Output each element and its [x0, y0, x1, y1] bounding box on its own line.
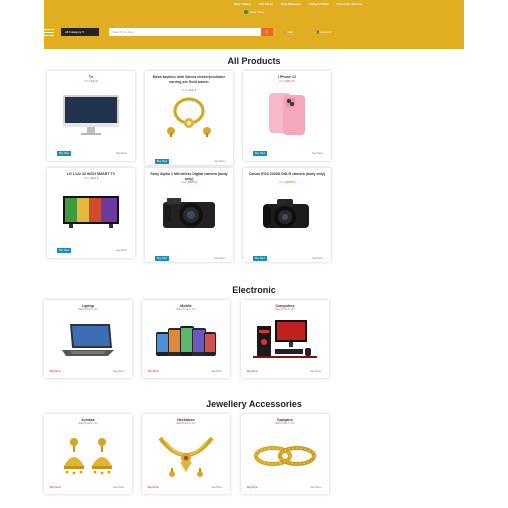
nav-link-customer-service[interactable]: Customer Service	[337, 1, 363, 7]
logo-text: Best Store	[249, 10, 264, 14]
buy-now-link[interactable]: Buy Now	[148, 369, 159, 374]
buy-now-link[interactable]: Buy Now	[148, 485, 159, 490]
search-button[interactable]: ⌕	[261, 28, 273, 36]
see-more-link[interactable]: See More	[310, 485, 321, 490]
see-more-link[interactable]: See More	[214, 159, 225, 164]
mirrorless-camera-icon	[163, 198, 215, 228]
necklace-icon	[158, 436, 214, 477]
buy-now-button[interactable]: Buy Now	[155, 159, 170, 164]
category-dropdown[interactable]: All Category ▾	[61, 28, 99, 36]
search-input[interactable]: Search this blog	[109, 28, 261, 36]
buy-now-button[interactable]: Buy Now	[253, 151, 268, 156]
category-price: Start Price $ 100	[275, 308, 295, 311]
bangles-icon	[254, 446, 316, 466]
iphone-icon	[269, 93, 305, 135]
product-card: Tv Price $30 $ Buy Now See More	[47, 71, 135, 161]
category-card: Mobile Start Price $ 100 Buy Now See Mor…	[142, 300, 230, 378]
earrings-icon	[64, 438, 112, 475]
see-more-link[interactable]: See More	[312, 256, 323, 261]
buy-now-link[interactable]: Buy Now	[247, 485, 258, 490]
buy-now-link[interactable]: Buy Now	[247, 369, 258, 374]
section-title-electronic: Electronic	[232, 285, 276, 295]
category-card: Necklaces Start Price $ 100 Buy Now See …	[142, 414, 230, 494]
category-price: Start Price $ 100	[176, 422, 196, 425]
laptop-icon	[62, 324, 114, 356]
see-more-link[interactable]: See More	[116, 151, 127, 156]
product-price: Price $50.0 $	[279, 80, 295, 83]
chevron-down-icon: ▾	[82, 30, 84, 34]
site-logo[interactable]: Best Store	[44, 9, 464, 15]
product-name: Tv	[88, 75, 94, 79]
logo-icon	[243, 10, 248, 15]
category-price: Start Price $ 100	[275, 422, 295, 425]
search-icon: ⌕	[265, 29, 269, 35]
category-card: Jumkas Start Price $ 100 Buy Now See Mor…	[44, 414, 132, 494]
product-card: LG L122 32 INCH SMART TV Price $500 $ Bu…	[47, 168, 135, 258]
category-price: Start Price $ 100	[176, 308, 196, 311]
see-more-link[interactable]: See More	[113, 369, 124, 374]
buy-now-link[interactable]: Buy Now	[50, 369, 61, 374]
account-link[interactable]: 👤 Account	[316, 29, 331, 35]
product-card: Sony Alpha 1 Mirrorless Digital camera (…	[145, 168, 233, 262]
buy-now-button[interactable]: Buy Now	[253, 256, 268, 261]
product-card: Canon EOS 2000D DSLR camera (body only) …	[243, 168, 331, 262]
product-card: i Phone 12 Price $50.0 $ Buy Now See Mor…	[243, 71, 331, 161]
cart-icon: 🛒	[283, 30, 287, 34]
product-price: Price $2500 $	[278, 181, 296, 184]
nav-link-gift-ideas[interactable]: Gift Ideas	[259, 1, 273, 7]
category-card: Laptop Start Price $ 100 Buy Now See Mor…	[44, 300, 132, 378]
product-name: i Phone 12	[278, 75, 296, 79]
buy-now-button[interactable]: Buy Now	[155, 256, 170, 261]
product-card: Mens fashion mini Sterea choker(necklace…	[145, 71, 233, 165]
cart-label: Cart	[287, 30, 294, 34]
nav-link-new-releases[interactable]: New Releases	[281, 1, 301, 7]
cart-link[interactable]: 🛒 Cart	[283, 29, 293, 35]
buy-now-link[interactable]: Buy Now	[50, 485, 61, 490]
category-price: Start Price $ 100	[78, 308, 98, 311]
section-title-all-products: All Products	[227, 56, 281, 66]
smart-tv-icon	[63, 196, 119, 228]
account-label: Account	[320, 30, 332, 34]
nav-link-best-sellers[interactable]: Best Sellers	[234, 1, 251, 7]
see-more-link[interactable]: See More	[310, 369, 321, 374]
hamburger-menu-icon[interactable]	[44, 29, 54, 36]
gaming-computer-icon	[253, 320, 317, 358]
product-name: Sony Alpha 1 Mirrorless Digital camera (…	[150, 172, 228, 181]
product-name: Mens fashion mini Sterea choker(necklace…	[152, 75, 226, 84]
product-price: Price $500 $	[83, 177, 99, 180]
dslr-camera-icon	[263, 199, 309, 228]
top-nav: Best Sellers Gift Ideas New Releases Tod…	[92, 1, 504, 7]
see-more-link[interactable]: See More	[113, 485, 124, 490]
see-more-link[interactable]: See More	[312, 151, 323, 156]
category-card: Kangans Start Price $ 100 Buy Now See Mo…	[241, 414, 329, 494]
product-price: Price $30 $	[84, 80, 98, 83]
buy-now-button[interactable]: Buy Now	[57, 151, 72, 156]
see-more-link[interactable]: See More	[211, 485, 222, 490]
product-price: Price $8500 $	[180, 181, 198, 184]
see-more-link[interactable]: See More	[211, 369, 222, 374]
gold-jewellery-set-icon	[167, 97, 211, 137]
product-price: Price $100 $	[181, 89, 197, 92]
mobile-phones-icon	[156, 326, 216, 356]
section-title-jewellery: Jewellery Accessories	[206, 399, 302, 409]
buy-now-button[interactable]: Buy Now	[57, 248, 72, 253]
imac-icon	[63, 95, 119, 135]
see-more-link[interactable]: See More	[116, 248, 127, 253]
nav-link-todays-deals[interactable]: Today's Deals	[309, 1, 329, 7]
category-label: All Category	[65, 30, 82, 34]
product-name: Canon EOS 2000D DSLR camera (body only)	[248, 172, 326, 176]
see-more-link[interactable]: See More	[214, 256, 225, 261]
category-price: Start Price $ 100	[78, 422, 98, 425]
product-name: LG L122 32 INCH SMART TV	[66, 172, 116, 176]
site-header: Best Sellers Gift Ideas New Releases Tod…	[44, 0, 464, 49]
category-card: Computers Start Price $ 100 Buy Now See …	[241, 300, 329, 378]
